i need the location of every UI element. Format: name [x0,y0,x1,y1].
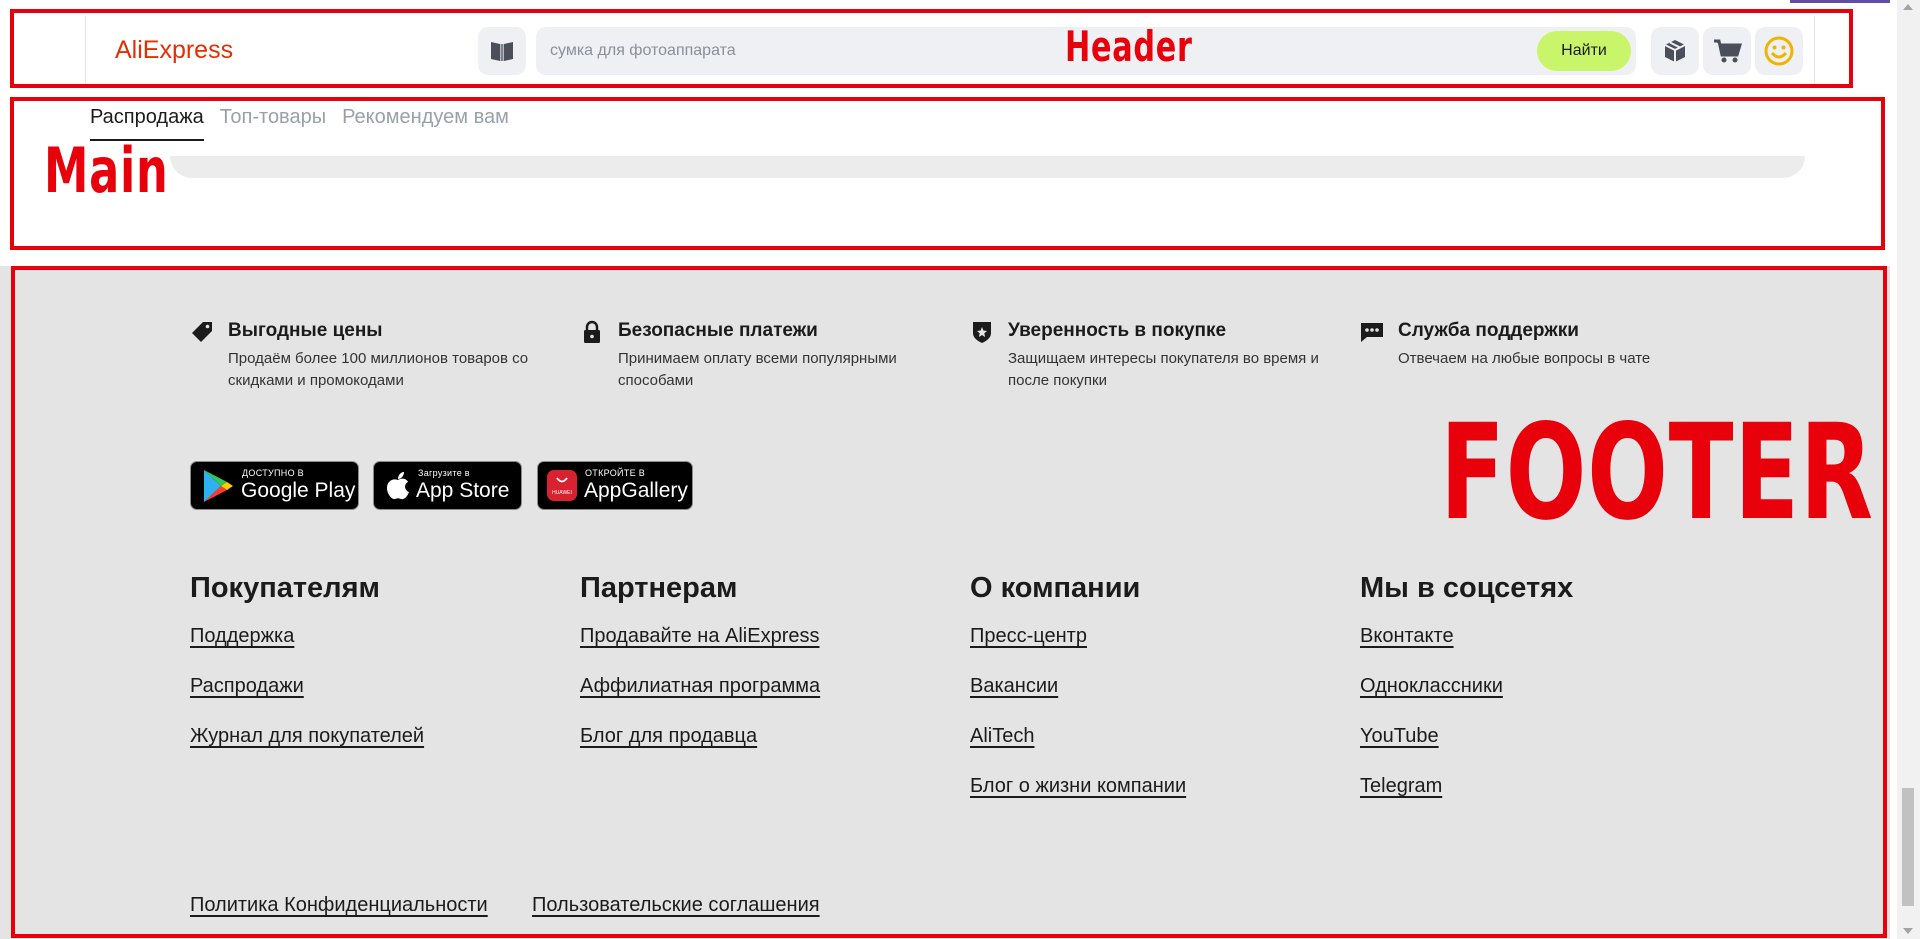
footer-link[interactable]: Telegram [1360,775,1442,797]
store-big-text: App Store [416,479,510,502]
store-small-text: Загрузите в [418,468,470,478]
store-big-text: Google Play [241,479,356,502]
footer-annotation-label: FOOTER [1440,396,1874,550]
footer-link[interactable]: Одноклассники [1360,675,1503,697]
package-icon [1664,40,1686,62]
link-list: Поддержка Распродажи Журнал для покупате… [190,625,550,775]
column-title: Покупателям [190,572,380,604]
footer-link[interactable]: Блог для продавца [580,725,757,747]
footer-link[interactable]: Журнал для покупателей [190,725,424,747]
footer-link[interactable]: Распродажи [190,675,304,697]
feature-title: Служба поддержки [1398,320,1579,341]
column-title: Мы в соцсетях [1360,572,1574,604]
page: AliExpress Найти [0,0,1920,939]
search-button[interactable]: Найти [1537,31,1631,71]
feature-desc: Отвечаем на любые вопросы в чате [1398,350,1651,367]
footer-column-company: О компании Пресс-центр Вакансии AliTech … [970,572,1330,825]
shield-icon [973,322,991,343]
google-play-icon [204,470,233,502]
privacy-policy-link[interactable]: Политика Конфиденциальности [190,894,488,917]
feature-title: Безопасные платежи [618,320,818,341]
list-item: Поддержка [190,625,550,675]
footer-column-partners: Партнерам Продавайте на AliExpress Аффил… [580,572,940,775]
list-item: Блог о жизни компании [970,775,1330,825]
footer-column-social: Мы в соцсетях Вконтакте Одноклассники Yo… [1360,572,1720,825]
cart-button[interactable] [1703,27,1751,75]
user-agreements-link[interactable]: Пользовательские соглашения [532,894,820,917]
list-item: Блог для продавца [580,725,940,775]
open-book-icon [491,42,513,61]
footer-link[interactable]: Вконтакте [1360,625,1454,647]
footer-link[interactable]: AliTech [970,725,1034,747]
main-content-strip [170,156,1805,178]
feature-desc: Продаём более 100 миллионов товаров со с… [228,350,529,389]
huawei-brand-text: HUAWEI [552,490,572,496]
list-item: Распродажи [190,675,550,725]
list-item: Журнал для покупателей [190,725,550,775]
footer-link[interactable]: YouTube [1360,725,1439,747]
orders-button[interactable] [1651,27,1699,75]
footer-link[interactable]: Аффилиатная программа [580,675,820,697]
search-input[interactable] [550,27,1510,75]
tab-recommended[interactable]: Рекомендуем вам [342,106,509,141]
aliexpress-logo[interactable]: AliExpress [115,36,233,65]
column-title: О компании [970,572,1141,604]
header-annotation-label: Header [1065,22,1193,71]
list-item: Вконтакте [1360,625,1720,675]
apple-icon [387,472,409,500]
app-store-badge[interactable]: Загрузите в App Store [373,461,522,510]
footer-link[interactable]: Блог о жизни компании [970,775,1186,797]
appgallery-badge[interactable]: HUAWEI ОТКРОЙТЕ В AppGallery [537,461,693,510]
chat-icon [1361,323,1383,342]
list-item: Вакансии [970,675,1330,725]
catalog-button[interactable] [478,27,526,75]
feature-desc: Защищаем интересы покупателя во время и … [1008,350,1319,389]
link-list: Вконтакте Одноклассники YouTube Telegram [1360,625,1720,825]
footer-column-buyers: Покупателям Поддержка Распродажи Журнал … [190,572,550,775]
list-item: AliTech [970,725,1330,775]
store-big-text: AppGallery [584,479,688,502]
profile-button[interactable] [1755,27,1803,75]
footer-link[interactable]: Поддержка [190,625,294,647]
cart-icon [1714,39,1742,63]
list-item: Одноклассники [1360,675,1720,725]
scroll-up-arrow-icon[interactable] [1903,4,1913,10]
feature-desc: Принимаем оплату всеми популярными спосо… [618,350,897,389]
top-rule [1790,0,1890,3]
column-title: Партнерам [580,572,738,604]
list-item: Пресс-центр [970,625,1330,675]
store-small-text: ДОСТУПНО В [242,468,304,478]
tag-icon [192,322,212,342]
list-item: Аффилиатная программа [580,675,940,725]
feature-title: Уверенность в покупке [1008,320,1227,341]
link-list: Пресс-центр Вакансии AliTech Блог о жизн… [970,625,1330,825]
smiley-icon [1764,36,1794,66]
google-play-badge[interactable]: ДОСТУПНО В Google Play [190,461,359,510]
scrollbar-thumb[interactable] [1902,788,1914,906]
feature-title: Выгодные цены [228,320,383,341]
link-list: Продавайте на AliExpress Аффилиатная про… [580,625,940,775]
scroll-down-arrow-icon[interactable] [1903,928,1913,934]
footer-link[interactable]: Вакансии [970,675,1058,697]
footer-link[interactable]: Пресс-центр [970,625,1087,647]
list-item: YouTube [1360,725,1720,775]
list-item: Продавайте на AliExpress [580,625,940,675]
tab-top-products[interactable]: Топ-товары [220,106,326,141]
lock-icon [584,320,600,343]
main-annotation-label: Main [44,134,169,207]
huawei-appgallery-icon: HUAWEI [547,470,577,501]
footer-link[interactable]: Продавайте на AliExpress [580,625,819,647]
store-small-text: ОТКРОЙТЕ В [585,468,646,478]
list-item: Telegram [1360,775,1720,825]
